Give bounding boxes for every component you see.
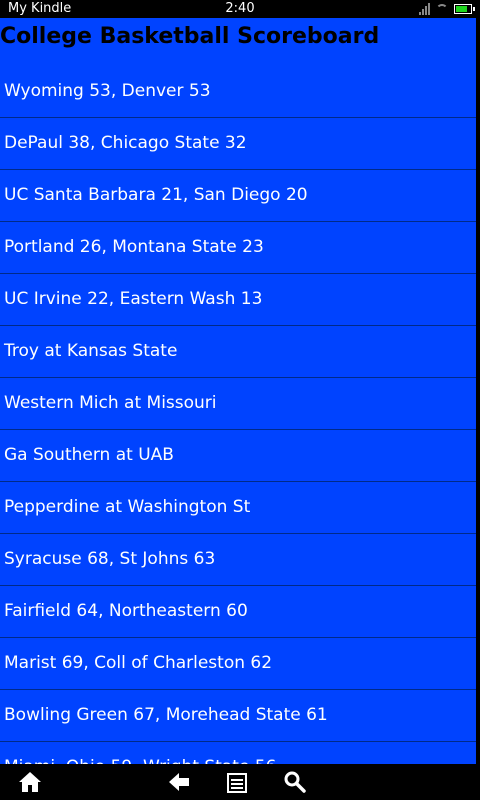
game-item[interactable]: Wyoming 53, Denver 53 [0, 66, 476, 117]
home-icon [19, 772, 41, 792]
clock: 2:40 [225, 1, 255, 16]
wifi-icon [436, 4, 448, 14]
game-list[interactable]: Wyoming 53, Denver 53 DePaul 38, Chicago … [0, 66, 476, 764]
game-item[interactable]: UC Santa Barbara 21, San Diego 20 [0, 169, 476, 221]
game-item[interactable]: Ga Southern at UAB [0, 429, 476, 481]
game-item[interactable]: Portland 26, Montana State 23 [0, 221, 476, 273]
back-button[interactable] [157, 764, 201, 800]
game-item[interactable]: Bowling Green 67, Morehead State 61 [0, 689, 476, 741]
signal-icon [419, 3, 430, 15]
game-item[interactable]: DePaul 38, Chicago State 32 [0, 117, 476, 169]
game-item[interactable]: Fairfield 64, Northeastern 60 [0, 585, 476, 637]
battery-icon [454, 4, 475, 14]
menu-button[interactable] [215, 764, 259, 800]
search-icon [284, 771, 306, 793]
search-button[interactable] [273, 764, 317, 800]
scrollbar[interactable] [476, 18, 480, 764]
game-item[interactable]: Western Mich at Missouri [0, 377, 476, 429]
status-icons [419, 2, 475, 16]
scoreboard-screen: College Basketball Scoreboard Wyoming 53… [0, 18, 476, 764]
battery-level [456, 6, 468, 12]
menu-icon [227, 773, 247, 793]
game-item[interactable]: Miami, Ohio 59, Wright State 56 [0, 741, 476, 764]
page-title: College Basketball Scoreboard [0, 24, 380, 49]
game-item[interactable]: Troy at Kansas State [0, 325, 476, 377]
game-item[interactable]: UC Irvine 22, Eastern Wash 13 [0, 273, 476, 325]
game-item[interactable]: Syracuse 68, St Johns 63 [0, 533, 476, 585]
home-button[interactable] [8, 764, 52, 800]
game-item[interactable]: Marist 69, Coll of Charleston 62 [0, 637, 476, 689]
status-bar: My Kindle 2:40 [0, 0, 480, 18]
game-item[interactable]: Pepperdine at Washington St [0, 481, 476, 533]
back-icon [169, 773, 189, 791]
navigation-bar [0, 764, 480, 800]
